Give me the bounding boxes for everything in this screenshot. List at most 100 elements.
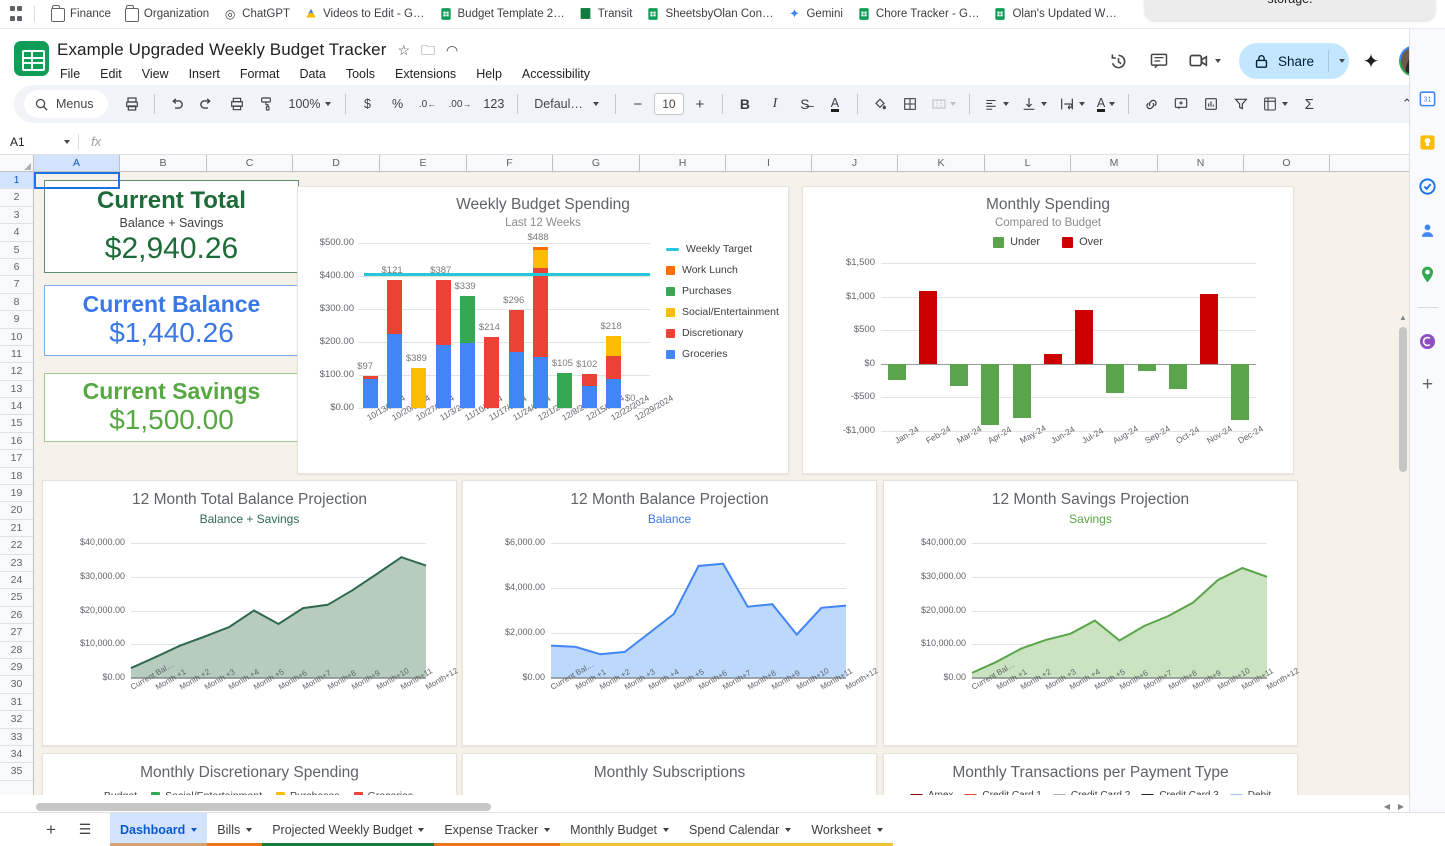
maps-icon[interactable] bbox=[1417, 263, 1439, 285]
column-header-G[interactable]: G bbox=[553, 155, 640, 171]
move-to-folder-icon[interactable]: 🗀 bbox=[421, 43, 435, 57]
all-sheets-button[interactable]: ☰ bbox=[72, 817, 98, 843]
calendar-icon[interactable]: 31 bbox=[1417, 87, 1439, 109]
redo-icon[interactable] bbox=[193, 90, 221, 118]
decrease-decimal-button[interactable]: .0← bbox=[414, 90, 442, 118]
chart-monthly-transactions-per-payment-type[interactable]: Monthly Transactions per Payment Type Am… bbox=[883, 753, 1298, 795]
sheet-tab-monthly-budget[interactable]: Monthly Budget bbox=[560, 813, 679, 846]
row-header-27[interactable]: 27 bbox=[0, 624, 33, 641]
bookmark-sheetsbyolan-con[interactable]: SheetsbyOlan Con… bbox=[640, 4, 779, 24]
font-family-select[interactable]: Defaul… bbox=[526, 90, 607, 118]
share-button[interactable]: Share bbox=[1239, 43, 1349, 79]
chevron-down-icon[interactable] bbox=[544, 828, 550, 832]
add-ons-icon[interactable]: + bbox=[1417, 374, 1439, 396]
cloud-saved-icon[interactable]: ◠ bbox=[446, 43, 458, 57]
menu-tools[interactable]: Tools bbox=[343, 65, 378, 83]
sum-icon[interactable]: Σ bbox=[1295, 90, 1323, 118]
sheet-tab-worksheet[interactable]: Worksheet bbox=[801, 813, 893, 846]
vertical-scroll-thumb[interactable] bbox=[1399, 327, 1407, 472]
gemini-sparkle-icon[interactable]: ✦ bbox=[1353, 43, 1389, 79]
tasks-icon[interactable] bbox=[1417, 175, 1439, 197]
text-color-icon[interactable]: A bbox=[821, 90, 849, 118]
column-header-F[interactable]: F bbox=[467, 155, 553, 171]
menu-extensions[interactable]: Extensions bbox=[392, 65, 459, 83]
row-header-15[interactable]: 15 bbox=[0, 415, 33, 432]
row-header-12[interactable]: 12 bbox=[0, 363, 33, 380]
borders-icon[interactable] bbox=[896, 90, 924, 118]
column-header-H[interactable]: H bbox=[640, 155, 726, 171]
zoom-control[interactable]: 100% bbox=[283, 90, 337, 118]
row-header-25[interactable]: 25 bbox=[0, 589, 33, 606]
horizontal-scroll-thumb[interactable] bbox=[36, 803, 491, 811]
row-header-31[interactable]: 31 bbox=[0, 694, 33, 711]
horizontal-scrollbar[interactable]: ◀ ▶ bbox=[34, 801, 1408, 812]
insert-comment-icon[interactable] bbox=[1167, 90, 1195, 118]
meet-icon[interactable] bbox=[1181, 43, 1229, 79]
row-header-17[interactable]: 17 bbox=[0, 450, 33, 467]
row-header-8[interactable]: 8 bbox=[0, 294, 33, 311]
apps-grid-icon[interactable] bbox=[6, 4, 26, 24]
chevron-down-icon[interactable] bbox=[191, 828, 197, 832]
bookmark-gemini[interactable]: ✦Gemini bbox=[781, 4, 848, 24]
chevron-down-icon[interactable] bbox=[785, 828, 791, 832]
row-header-35[interactable]: 35 bbox=[0, 763, 33, 780]
add-sheet-button[interactable]: + bbox=[38, 817, 64, 843]
sheet-tab-expense-tracker[interactable]: Expense Tracker bbox=[434, 813, 560, 846]
bookmark-finance[interactable]: Finance bbox=[45, 3, 117, 25]
column-header-L[interactable]: L bbox=[985, 155, 1071, 171]
row-header-30[interactable]: 30 bbox=[0, 676, 33, 693]
insert-chart-icon[interactable] bbox=[1197, 90, 1225, 118]
share-chevron-down-icon[interactable] bbox=[1339, 59, 1345, 63]
sheet-tab-projected-weekly-budget[interactable]: Projected Weekly Budget bbox=[262, 813, 434, 846]
column-header-K[interactable]: K bbox=[898, 155, 985, 171]
row-header-7[interactable]: 7 bbox=[0, 276, 33, 293]
column-header-O[interactable]: O bbox=[1244, 155, 1330, 171]
row-header-29[interactable]: 29 bbox=[0, 659, 33, 676]
column-header-M[interactable]: M bbox=[1071, 155, 1158, 171]
grid-canvas[interactable]: Current Total Balance + Savings $2,940.2… bbox=[34, 172, 1445, 795]
row-header-2[interactable]: 2 bbox=[0, 189, 33, 206]
row-header-33[interactable]: 33 bbox=[0, 729, 33, 746]
chevron-down-icon[interactable] bbox=[418, 828, 424, 832]
row-header-9[interactable]: 9 bbox=[0, 311, 33, 328]
row-header-13[interactable]: 13 bbox=[0, 381, 33, 398]
chart-twelve-month-balance-projection[interactable]: 12 Month Balance Projection Balance $0.0… bbox=[462, 480, 877, 746]
scroll-right-arrow[interactable]: ▶ bbox=[1398, 802, 1404, 811]
row-header-10[interactable]: 10 bbox=[0, 329, 33, 346]
row-header-32[interactable]: 32 bbox=[0, 711, 33, 728]
menu-format[interactable]: Format bbox=[237, 65, 283, 83]
row-header-14[interactable]: 14 bbox=[0, 398, 33, 415]
bold-button[interactable]: B bbox=[731, 90, 759, 118]
chart-weekly-budget-spending[interactable]: Weekly Budget Spending Last 12 Weeks $0.… bbox=[297, 186, 789, 474]
menu-view[interactable]: View bbox=[139, 65, 172, 83]
column-header-C[interactable]: C bbox=[207, 155, 293, 171]
functions-icon[interactable] bbox=[1257, 90, 1293, 118]
menu-file[interactable]: File bbox=[57, 65, 83, 83]
row-header-5[interactable]: 5 bbox=[0, 242, 33, 259]
merge-cells-icon[interactable] bbox=[926, 90, 961, 118]
bookmark-transit[interactable]: Transit bbox=[573, 4, 639, 24]
row-header-28[interactable]: 28 bbox=[0, 642, 33, 659]
column-header-A[interactable]: A bbox=[34, 155, 120, 171]
text-rotation-icon[interactable]: A bbox=[1092, 90, 1120, 118]
fill-color-icon[interactable] bbox=[866, 90, 894, 118]
chevron-down-icon[interactable] bbox=[1215, 59, 1221, 63]
chart-monthly-subscriptions[interactable]: Monthly Subscriptions $30.00 bbox=[462, 753, 877, 795]
sheet-tab-spend-calendar[interactable]: Spend Calendar bbox=[679, 813, 801, 846]
row-header-18[interactable]: 18 bbox=[0, 468, 33, 485]
row-header-16[interactable]: 16 bbox=[0, 433, 33, 450]
bookmark-chore-tracker-g[interactable]: Chore Tracker - G… bbox=[851, 4, 986, 24]
column-header-B[interactable]: B bbox=[120, 155, 207, 171]
name-box[interactable]: A1 bbox=[0, 129, 78, 154]
sheet-tab-dashboard[interactable]: Dashboard bbox=[110, 813, 207, 846]
print-icon[interactable] bbox=[118, 90, 146, 118]
row-header-22[interactable]: 22 bbox=[0, 537, 33, 554]
bookmark-organization[interactable]: Organization bbox=[119, 3, 215, 25]
chevron-down-icon[interactable] bbox=[246, 828, 252, 832]
row-header-23[interactable]: 23 bbox=[0, 555, 33, 572]
row-header-34[interactable]: 34 bbox=[0, 746, 33, 763]
row-header-3[interactable]: 3 bbox=[0, 207, 33, 224]
row-header-6[interactable]: 6 bbox=[0, 259, 33, 276]
column-header-I[interactable]: I bbox=[726, 155, 812, 171]
chevron-down-icon[interactable] bbox=[877, 828, 883, 832]
